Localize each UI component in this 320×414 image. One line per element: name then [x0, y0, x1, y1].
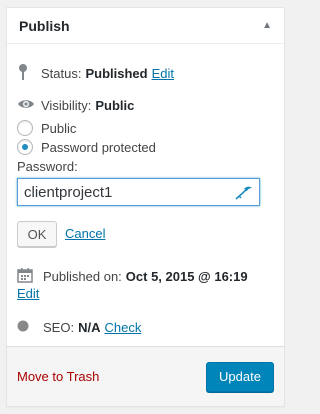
password-label: Password:	[17, 159, 78, 174]
visibility-value: Public	[95, 98, 135, 113]
password-value: clientproject1	[24, 183, 113, 201]
seo-check-link[interactable]: Check	[104, 320, 141, 335]
status-row: Status: Published Edit	[17, 63, 274, 84]
seo-label: SEO:	[43, 320, 75, 335]
status-edit-link[interactable]: Edit	[152, 66, 174, 81]
cancel-link[interactable]: Cancel	[65, 226, 105, 241]
box-title: Publish	[19, 17, 70, 34]
radio-public[interactable]: Public	[17, 120, 76, 136]
radio-password-protected-label: Password protected	[41, 139, 156, 155]
radio-public-input[interactable]	[17, 120, 33, 136]
publish-box-body: Status: Published Edit Visibility: Publi…	[7, 44, 284, 348]
key-icon[interactable]	[235, 184, 253, 204]
password-label-row: Password:	[17, 159, 78, 174]
radio-password-protected-input[interactable]	[17, 139, 33, 155]
published-edit-row: Edit	[17, 286, 274, 301]
eye-icon	[17, 98, 37, 113]
radio-public-label: Public	[41, 120, 77, 136]
publish-actions: Move to Trash Update	[7, 346, 284, 406]
seo-row: SEO: N/A Check	[17, 320, 274, 335]
password-field[interactable]: clientproject1	[17, 178, 260, 206]
published-edit-link[interactable]: Edit	[17, 286, 39, 301]
publish-box-header[interactable]: Publish ▲	[7, 8, 284, 44]
published-label: Published on:	[43, 269, 122, 284]
publish-box: Publish ▲ Status: Published Edit Visibil…	[6, 7, 285, 407]
update-button[interactable]: Update	[206, 361, 274, 392]
seo-status-icon	[17, 320, 37, 335]
calendar-icon	[17, 267, 37, 286]
status-value: Published	[85, 66, 148, 81]
move-to-trash-link[interactable]: Move to Trash	[17, 369, 99, 384]
caret-up-icon[interactable]: ▲	[262, 20, 272, 31]
radio-password-protected[interactable]: Password protected	[17, 139, 156, 155]
ok-button[interactable]: OK	[17, 221, 57, 247]
visibility-row: Visibility: Public	[17, 98, 274, 113]
visibility-label: Visibility:	[41, 98, 92, 113]
published-value: Oct 5, 2015 @ 16:19	[125, 269, 248, 284]
seo-value: N/A	[78, 320, 101, 335]
status-label: Status:	[41, 66, 82, 81]
pin-icon	[17, 63, 35, 84]
published-row: Published on: Oct 5, 2015 @ 16:19	[17, 267, 274, 286]
